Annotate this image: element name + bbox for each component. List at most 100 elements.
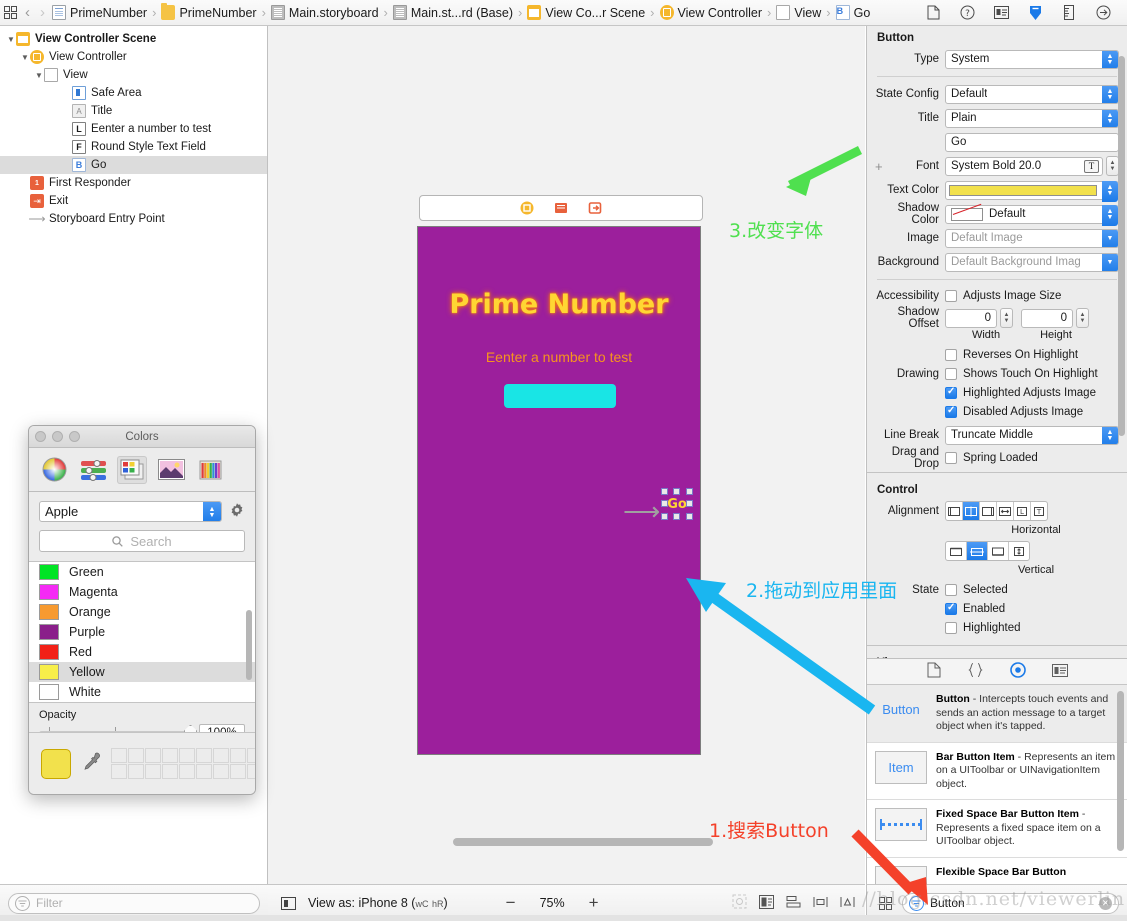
zoom-out-button[interactable]: − (506, 893, 516, 913)
gear-icon[interactable] (229, 502, 245, 521)
valign-middle-icon[interactable] (967, 542, 988, 560)
color-wheel-icon[interactable] (39, 456, 69, 484)
valign-top-icon[interactable] (946, 542, 967, 560)
library-search-input[interactable]: Button ✕ (902, 892, 1119, 914)
swatch-cell[interactable] (196, 748, 212, 763)
object-library-tab[interactable] (1009, 662, 1026, 681)
library-item-flexible-space-bar-button[interactable]: Flexible Space Bar Button (867, 857, 1127, 884)
phone-textfield[interactable] (504, 384, 616, 408)
outline-row-first-responder[interactable]: 1 First Responder (0, 174, 267, 192)
swatch-cell[interactable] (111, 748, 127, 763)
palette-search-input[interactable]: Search (39, 530, 245, 552)
color-row-orange[interactable]: Orange (29, 602, 255, 622)
current-color-swatch[interactable] (41, 748, 71, 779)
color-palettes-icon[interactable] (117, 455, 147, 484)
align-leading-icon[interactable]: L (1014, 502, 1031, 520)
resize-handle[interactable] (686, 513, 693, 520)
palette-select[interactable]: Apple ▲ ▼ (39, 501, 222, 522)
outline-row-view[interactable]: ▼ View (0, 66, 267, 84)
color-row-green[interactable]: Green (29, 562, 255, 582)
inspector-scrollbar[interactable] (1118, 56, 1125, 436)
breadcrumb-item-storyboard[interactable]: Main.storyboard (269, 5, 381, 20)
view-as-label[interactable]: View as: iPhone 8 (wC hR) (308, 896, 448, 910)
horizontal-alignment-segments[interactable]: L T (945, 501, 1048, 521)
breadcrumb-item-project[interactable]: PrimeNumber (50, 5, 149, 20)
shadow-color-well[interactable]: Default ▲ ▼ (945, 204, 1119, 226)
title-style-select[interactable]: Plain ▲ ▼ (945, 108, 1119, 128)
enabled-checkbox[interactable] (945, 602, 957, 615)
align-center-icon[interactable] (963, 502, 980, 520)
disabled-adjusts-image-checkbox[interactable] (945, 405, 957, 418)
title-text-input[interactable]: Go (945, 132, 1119, 152)
valign-bottom-icon[interactable] (988, 542, 1009, 560)
library-item-fixed-space-bar-button-item[interactable]: Fixed Space Bar Button Item - Represents… (867, 800, 1127, 858)
forward-button[interactable]: › (35, 4, 50, 21)
custom-swatch-grid[interactable] (111, 748, 255, 779)
clear-search-icon[interactable]: ✕ (1099, 896, 1112, 910)
swatch-cell[interactable] (145, 748, 161, 763)
colors-panel[interactable]: Colors Apple ▲ ▼ Search Green Magenta Or… (28, 425, 256, 795)
library-item-bar-button-item[interactable]: Item Bar Button Item - Represents an ite… (867, 742, 1127, 800)
swatch-cell[interactable] (128, 764, 144, 779)
highlighted-checkbox[interactable] (945, 621, 957, 634)
adjusts-image-size-checkbox[interactable] (945, 289, 957, 302)
swatch-cell[interactable] (196, 764, 212, 779)
resize-handle[interactable] (686, 488, 693, 495)
colors-panel-titlebar[interactable]: Colors (29, 426, 255, 448)
attributes-inspector-icon[interactable] (1025, 3, 1045, 23)
breadcrumb-item-storyboard-base[interactable]: Main.st...rd (Base) (391, 5, 515, 20)
breadcrumb-item-view[interactable]: View (774, 5, 823, 20)
crayons-icon[interactable] (195, 456, 225, 484)
text-color-well[interactable]: ▲ ▼ (945, 180, 1119, 202)
attributes-inspector-panel[interactable]: Button Type System ▲ ▼ State Config Defau… (866, 26, 1127, 658)
outline-row-view-controller[interactable]: ▼ View Controller (0, 48, 267, 66)
swatch-cell[interactable] (179, 764, 195, 779)
update-frames-icon[interactable] (732, 894, 747, 912)
align-left-icon[interactable] (946, 502, 963, 520)
embed-in-icon[interactable] (759, 894, 774, 912)
align-right-icon[interactable] (980, 502, 997, 520)
shadow-offset-width-stepper[interactable]: ▲ ▼ (1000, 308, 1013, 328)
file-template-library-tab[interactable] (927, 662, 941, 681)
swatch-cell[interactable] (213, 764, 229, 779)
font-picker-icon[interactable]: T (1084, 159, 1099, 173)
dragged-button-go[interactable]: Go (661, 488, 693, 520)
reverses-on-highlight-checkbox[interactable] (945, 348, 957, 361)
connections-inspector-icon[interactable] (1093, 3, 1113, 23)
disclosure-triangle-icon[interactable]: ▼ (6, 35, 16, 44)
swatch-cell[interactable] (179, 748, 195, 763)
file-inspector-icon[interactable] (923, 3, 943, 23)
color-row-purple[interactable]: Purple (29, 622, 255, 642)
swatch-cell[interactable] (230, 748, 246, 763)
valign-fill-icon[interactable] (1009, 542, 1029, 560)
swatch-cell[interactable] (128, 748, 144, 763)
identity-inspector-icon[interactable] (991, 3, 1011, 23)
library-scrollbar[interactable] (1117, 691, 1124, 851)
swatch-cell[interactable] (213, 748, 229, 763)
add-variation-icon[interactable]: + (875, 159, 883, 174)
chevron-down-icon[interactable]: ▼ (1102, 253, 1118, 271)
swatch-cell[interactable] (111, 764, 127, 779)
resize-handle[interactable] (661, 500, 668, 507)
chevron-updown-icon[interactable]: ▲ ▼ (1102, 180, 1118, 202)
highlighted-adjusts-image-checkbox[interactable] (945, 386, 957, 399)
library-grid-toggle-icon[interactable] (875, 893, 895, 913)
align-icon[interactable] (786, 895, 801, 912)
media-library-tab[interactable] (1051, 663, 1068, 680)
chevron-updown-icon[interactable]: ▲ ▼ (1102, 204, 1118, 226)
swatch-cell[interactable] (162, 748, 178, 763)
breadcrumb-item-folder[interactable]: PrimeNumber (159, 3, 258, 20)
object-library-panel[interactable]: Button Button - Intercepts touch events … (866, 658, 1127, 884)
outline-row-safe-area[interactable]: Safe Area (0, 84, 267, 102)
chevron-updown-icon[interactable]: ▲ ▼ (1102, 109, 1118, 127)
resize-handle[interactable] (673, 513, 680, 520)
add-constraints-icon[interactable] (813, 895, 828, 912)
toggle-document-outline-icon[interactable] (278, 893, 298, 913)
iphone-preview[interactable]: Prime Number Eenter a number to test (417, 226, 701, 755)
resize-handle[interactable] (673, 488, 680, 495)
show-hide-navigator-icon[interactable] (0, 3, 20, 23)
zoom-in-button[interactable]: + (589, 893, 599, 913)
outline-row-label[interactable]: L Eenter a number to test (0, 120, 267, 138)
image-palettes-icon[interactable] (156, 456, 186, 484)
line-break-select[interactable]: Truncate Middle ▲ ▼ (945, 425, 1119, 445)
